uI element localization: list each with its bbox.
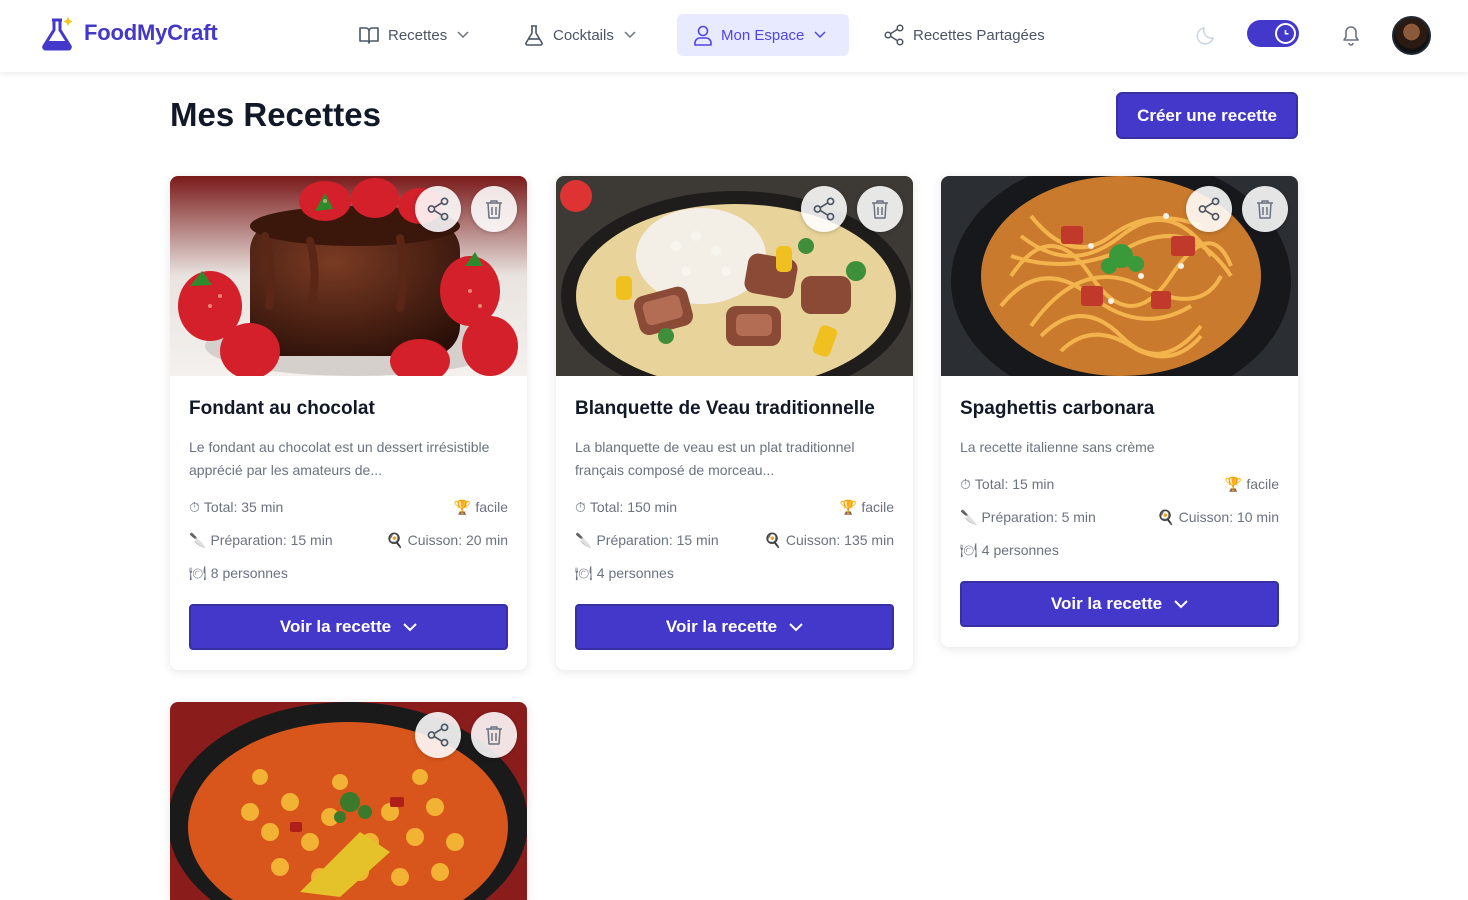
- delete-recipe-button[interactable]: [471, 712, 517, 758]
- delete-recipe-button[interactable]: [857, 186, 903, 232]
- cook-time: 🍳 Cuisson: 10 min: [1157, 508, 1279, 526]
- prep-time: 🔪 Préparation: 15 min: [189, 531, 333, 549]
- share-icon: [427, 197, 449, 221]
- clock-icon: [1275, 23, 1296, 44]
- cook-time: 🍳 Cuisson: 135 min: [764, 531, 894, 549]
- cook-time: 🍳 Cuisson: 20 min: [386, 531, 508, 549]
- total-time: ⏱ Total: 15 min: [960, 475, 1055, 493]
- knife-icon: 🔪: [189, 531, 207, 548]
- share-recipe-button[interactable]: [415, 186, 461, 232]
- recipe-image: [556, 176, 913, 376]
- trash-icon: [486, 200, 502, 219]
- flask-logo-icon: [42, 17, 73, 51]
- nav-item-recettes-partagees[interactable]: Recettes Partagées: [873, 14, 1055, 56]
- bell-icon[interactable]: [1338, 22, 1364, 48]
- chevron-down-icon: [457, 31, 469, 39]
- flask-icon: [525, 25, 543, 46]
- share-icon: [1198, 197, 1220, 221]
- knife-icon: 🔪: [575, 531, 593, 548]
- difficulty: 🏆 facile: [1224, 475, 1279, 493]
- share-recipe-button[interactable]: [1186, 186, 1232, 232]
- share-recipe-button[interactable]: [415, 712, 461, 758]
- avatar[interactable]: [1392, 16, 1431, 55]
- view-recipe-button[interactable]: Voir la recette: [960, 581, 1279, 627]
- nav-item-recettes[interactable]: Recettes: [348, 14, 479, 56]
- recipe-description: La blanquette de veau est un plat tradit…: [575, 439, 855, 478]
- servings: 🍽 8 personnes: [189, 564, 288, 582]
- share-icon: [884, 24, 904, 46]
- trophy-icon: 🏆: [839, 498, 858, 515]
- servings: 🍽 4 personnes: [960, 541, 1059, 559]
- view-recipe-button[interactable]: Voir la recette: [575, 604, 894, 650]
- cutlery-icon: 🍽: [189, 564, 207, 581]
- nav-item-label: Cocktails: [553, 26, 614, 44]
- nav-item-label: Mon Espace: [721, 26, 805, 44]
- stopwatch-icon: ⏱: [575, 498, 586, 515]
- difficulty: 🏆 facile: [453, 498, 508, 516]
- total-time: ⏱ Total: 150 min: [575, 498, 678, 516]
- trash-icon: [872, 200, 888, 219]
- share-recipe-button[interactable]: [801, 186, 847, 232]
- trophy-icon: 🏆: [453, 498, 472, 515]
- recipe-card: Fondant au chocolat Le fondant au chocol…: [170, 176, 527, 670]
- trash-icon: [1257, 200, 1273, 219]
- chevron-down-icon: [1174, 599, 1188, 608]
- prep-time: 🔪 Préparation: 5 min: [960, 508, 1096, 526]
- frying-pan-icon: 🍳: [386, 531, 404, 548]
- recipe-image: [170, 702, 527, 900]
- share-icon: [427, 723, 449, 747]
- recipe-card: Blanquette de Veau traditionnelle La bla…: [556, 176, 913, 670]
- difficulty: 🏆 facile: [839, 498, 894, 516]
- recipe-image: [170, 176, 527, 376]
- brand-name: FoodMyCraft: [84, 20, 218, 45]
- view-recipe-button[interactable]: Voir la recette: [189, 604, 508, 650]
- chevron-down-icon: [814, 31, 826, 39]
- nav-item-label: Recettes: [388, 26, 448, 44]
- recipe-card: [170, 702, 527, 900]
- delete-recipe-button[interactable]: [471, 186, 517, 232]
- recipe-title: Blanquette de Veau traditionnelle: [575, 398, 875, 419]
- nav-item-mon-espace[interactable]: Mon Espace: [677, 14, 849, 56]
- chevron-down-icon: [789, 622, 803, 631]
- recipe-description: Le fondant au chocolat est un dessert ir…: [189, 439, 490, 478]
- share-icon: [813, 197, 835, 221]
- frying-pan-icon: 🍳: [764, 531, 782, 548]
- total-time: ⏱ Total: 35 min: [189, 498, 284, 516]
- servings: 🍽 4 personnes: [575, 564, 674, 582]
- create-recipe-button[interactable]: Créer une recette: [1116, 92, 1298, 139]
- cutlery-icon: 🍽: [960, 541, 978, 558]
- top-navbar: FoodMyCraft Recettes Cocktails Mon Espac…: [0, 0, 1468, 72]
- stopwatch-icon: ⏱: [960, 475, 971, 492]
- cutlery-icon: 🍽: [575, 564, 593, 581]
- nav-item-label: Recettes Partagées: [913, 26, 1045, 44]
- recipe-description: La recette italienne sans crème: [960, 439, 1155, 455]
- nav-item-cocktails[interactable]: Cocktails: [513, 14, 646, 56]
- recipe-image: [941, 176, 1298, 376]
- recipe-card: Spaghettis carbonara La recette italienn…: [941, 176, 1298, 647]
- recipe-title: Fondant au chocolat: [189, 398, 375, 419]
- recipe-title: Spaghettis carbonara: [960, 398, 1155, 419]
- chevron-down-icon: [624, 31, 636, 39]
- page-title: Mes Recettes: [170, 96, 381, 133]
- delete-recipe-button[interactable]: [1242, 186, 1288, 232]
- theme-toggle[interactable]: [1247, 20, 1299, 47]
- moon-icon[interactable]: [1196, 24, 1218, 46]
- trash-icon: [486, 726, 502, 745]
- knife-icon: 🔪: [960, 508, 978, 525]
- chevron-down-icon: [403, 622, 417, 631]
- prep-time: 🔪 Préparation: 15 min: [575, 531, 719, 549]
- brand-logo[interactable]: FoodMyCraft: [38, 14, 218, 52]
- stopwatch-icon: ⏱: [189, 498, 200, 515]
- book-icon: [359, 27, 379, 44]
- frying-pan-icon: 🍳: [1157, 508, 1175, 525]
- trophy-icon: 🏆: [1224, 475, 1243, 492]
- user-icon: [694, 25, 712, 46]
